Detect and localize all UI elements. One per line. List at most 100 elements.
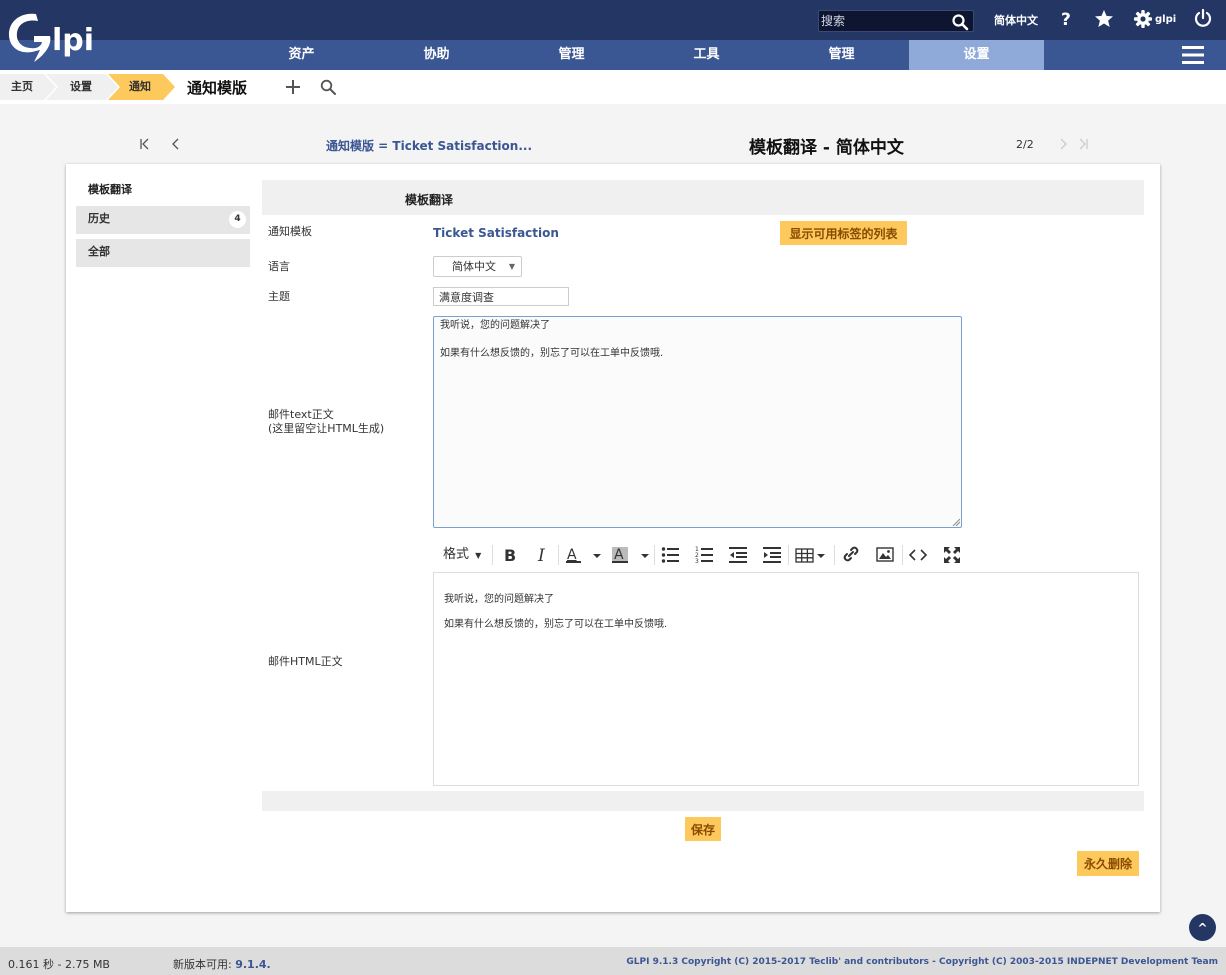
form-section-header: 模板翻译 [262, 180, 1144, 215]
page-footer: 0.161 秒 - 2.75 MB 新版本可用: 9.1.4. GLPI 9.1… [0, 947, 1226, 975]
gear-icon[interactable] [1133, 9, 1153, 29]
resize-handle-icon[interactable] [952, 518, 960, 526]
template-label: 通知模板 [268, 225, 312, 238]
text-body-line: 如果有什么想反馈的，别忘了可以在工单中反馈哦. [440, 348, 664, 359]
tab-translation[interactable]: 模板翻译 [88, 181, 132, 197]
background-color-icon[interactable]: A [611, 545, 651, 565]
toolbar-separator [558, 545, 559, 565]
link-icon[interactable] [842, 545, 860, 565]
language-label: 语言 [268, 260, 290, 273]
breadcrumb-notifications[interactable]: 通知 [129, 74, 151, 100]
save-button[interactable]: 保存 [685, 817, 721, 841]
hamburger-menu-icon[interactable] [1182, 45, 1204, 65]
menu-management[interactable]: 管理 [504, 40, 639, 70]
copyright-link[interactable]: GLPI 9.1.3 Copyright (C) 2015-2017 Tecli… [626, 957, 1218, 967]
breadcrumb-setup[interactable]: 设置 [70, 74, 92, 100]
top-header [0, 0, 1226, 40]
html-body-line: 如果有什么想反馈的，别忘了可以在工单中反馈哦. [444, 619, 668, 630]
caret-up-icon: ^ [1197, 921, 1208, 935]
dropdown-arrow-icon: ▼ [508, 262, 515, 271]
toolbar-separator [788, 545, 789, 565]
timing-info: 0.161 秒 - 2.75 MB [8, 958, 110, 971]
item-counter: 2/2 [1016, 138, 1034, 151]
search-list-icon[interactable] [320, 79, 336, 95]
previous-page-icon[interactable] [169, 137, 183, 151]
svg-text:A: A [614, 547, 624, 563]
caret-down-icon: ▼ [475, 551, 482, 560]
subject-input[interactable] [433, 287, 569, 306]
svg-text:?: ? [1061, 10, 1071, 29]
form-section-title: 模板翻译 [405, 193, 454, 207]
new-version-link[interactable]: 9.1.4. [235, 958, 271, 971]
fullscreen-icon[interactable] [943, 545, 961, 565]
table-icon[interactable] [795, 545, 827, 565]
tab-all[interactable]: 全部 [76, 239, 250, 267]
first-page-icon[interactable] [138, 137, 152, 151]
html-body-line: 我听说，您的问题解决了 [444, 594, 554, 605]
menu-assistance[interactable]: 协助 [369, 40, 504, 70]
breadcrumb [0, 70, 1226, 104]
form-section-footer [262, 791, 1144, 811]
tab-history-label: 历史 [88, 212, 110, 225]
svg-text:I: I [537, 546, 545, 565]
toolbar-separator [834, 545, 835, 565]
svg-text:A: A [567, 547, 577, 563]
breadcrumb-home[interactable]: 主页 [11, 74, 33, 100]
text-body-line: 我听说，您的问题解决了 [440, 320, 550, 331]
history-count-badge: 4 [229, 211, 246, 228]
menu-administration[interactable]: 管理 [774, 40, 909, 70]
html-body-label: 邮件HTML正文 [268, 655, 343, 668]
power-icon[interactable] [1193, 8, 1213, 28]
text-body-label: 邮件text正文 (这里留空让HTML生成) [268, 408, 384, 436]
svg-text:3: 3 [695, 558, 699, 565]
star-icon[interactable] [1094, 9, 1114, 29]
svg-text:B: B [504, 546, 516, 565]
toolbar-separator [654, 545, 655, 565]
outdent-icon[interactable] [729, 545, 747, 565]
menu-assets[interactable]: 资产 [234, 40, 369, 70]
source-code-icon[interactable] [909, 545, 927, 565]
glpi-logo[interactable]: lpi [6, 6, 101, 64]
delete-permanently-button[interactable]: 永久删除 [1077, 851, 1139, 876]
menu-setup[interactable]: 设置 [909, 40, 1044, 70]
template-link[interactable]: Ticket Satisfaction [433, 226, 559, 240]
search-icon[interactable] [951, 13, 969, 31]
new-version-notice: 新版本可用: 9.1.4. [173, 956, 271, 972]
svg-text:lpi: lpi [52, 23, 94, 58]
tab-history[interactable]: 历史 4 [76, 206, 250, 234]
help-icon[interactable]: ? [1057, 9, 1077, 29]
user-name[interactable]: glpi [1155, 14, 1176, 25]
toolbar-separator [902, 545, 903, 565]
new-version-label: 新版本可用: [173, 958, 232, 971]
text-body-label-line-1: 邮件text正文 [268, 408, 334, 421]
html-body-editor[interactable]: 我听说，您的问题解决了 如果有什么想反馈的，别忘了可以在工单中反馈哦. [433, 572, 1139, 786]
item-title: 模板翻译 - 简体中文 [749, 138, 904, 158]
text-body-label-line-2: (这里留空让HTML生成) [268, 422, 385, 435]
format-dropdown-label: 格式 [443, 547, 470, 562]
show-tags-button[interactable]: 显示可用标签的列表 [780, 221, 907, 245]
format-dropdown[interactable]: 格式 ▼ [443, 545, 481, 565]
editor-toolbar: 格式 ▼ B I A A 123 [433, 540, 973, 570]
text-color-icon[interactable]: A [565, 545, 605, 565]
last-page-icon [1079, 138, 1088, 150]
toolbar-separator [492, 545, 493, 565]
bullet-list-icon[interactable] [661, 545, 679, 565]
add-icon[interactable] [285, 79, 301, 95]
language-select[interactable]: 简体中文 ▼ [433, 256, 522, 277]
search-input[interactable] [819, 11, 949, 31]
language-link[interactable]: 简体中文 [994, 12, 1038, 28]
text-body-textarea[interactable]: 我听说，您的问题解决了 如果有什么想反馈的，别忘了可以在工单中反馈哦. [433, 316, 962, 528]
scroll-to-top-button[interactable]: ^ [1189, 914, 1216, 941]
menu-tools[interactable]: 工具 [639, 40, 774, 70]
image-icon[interactable] [876, 545, 894, 565]
indent-icon[interactable] [763, 545, 781, 565]
page-title[interactable]: 通知模版 [187, 77, 247, 98]
numbered-list-icon[interactable]: 123 [695, 545, 713, 565]
parent-template-link[interactable]: 通知模版 = Ticket Satisfaction... [326, 137, 532, 154]
tab-all-label: 全部 [88, 245, 110, 258]
italic-icon[interactable]: I [534, 545, 552, 565]
next-page-icon [1060, 138, 1067, 150]
subject-label: 主题 [268, 290, 290, 303]
bold-icon[interactable]: B [501, 545, 519, 565]
search-box [818, 10, 974, 32]
